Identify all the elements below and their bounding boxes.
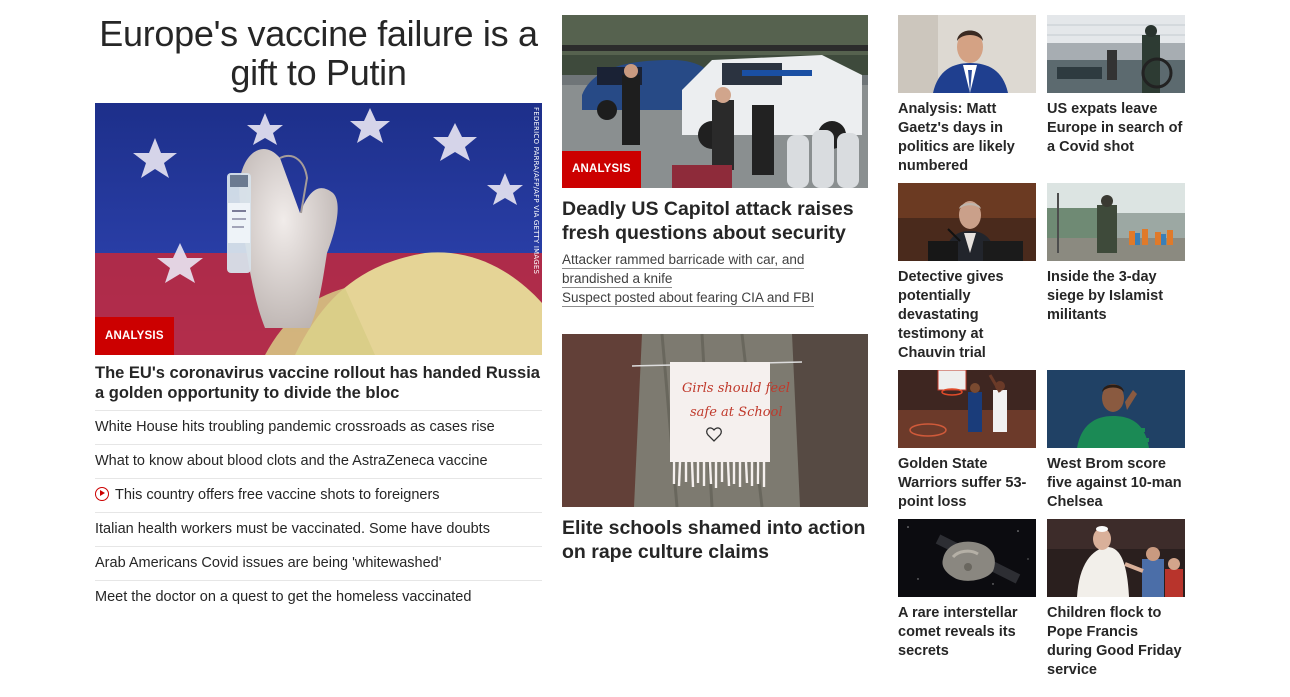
story-thumbnail[interactable] [898, 183, 1036, 261]
list-item-text: Meet the doctor on a quest to get the ho… [95, 589, 472, 605]
photo-credit: FEDERICO PARRA/AFP/AFP VIA GETTY IMAGES [532, 107, 540, 275]
grid-story[interactable]: Children flock to Pope Francis during Go… [1047, 519, 1185, 680]
gaetz-photo [898, 15, 1036, 93]
list-item-text: Italian health workers must be vaccinate… [95, 521, 490, 537]
main-story-lede[interactable]: The EU's coronavirus vaccine rollout has… [95, 363, 542, 410]
grid-story-title: Detective gives potentially devastating … [898, 269, 1004, 361]
capitol-story-card: ANALYSIS Deadly US Capitol attack raises… [562, 15, 868, 307]
list-item[interactable]: What to know about blood clots and the A… [95, 445, 542, 479]
video-play-icon [95, 487, 109, 501]
grid-story-title: Children flock to Pope Francis during Go… [1047, 605, 1182, 678]
analysis-badge: ANALYSIS [562, 151, 641, 188]
grid-story[interactable]: West Brom score five against 10-man Chel… [1047, 370, 1185, 512]
grid-story-title: A rare interstellar comet reveals its se… [898, 605, 1018, 659]
story-thumbnail[interactable] [1047, 183, 1185, 261]
main-story-image[interactable]: FEDERICO PARRA/AFP/AFP VIA GETTY IMAGES … [95, 103, 542, 355]
list-item[interactable]: Italian health workers must be vaccinate… [95, 513, 542, 547]
story-thumbnail[interactable] [1047, 15, 1185, 93]
basketball-photo [898, 370, 1036, 448]
schools-story-title[interactable]: Elite schools shamed into action on rape… [562, 516, 868, 564]
svg-text:safe at School: safe at School [690, 405, 783, 420]
list-item-text: This country offers free vaccine shots t… [115, 487, 440, 503]
siege-photo [1047, 183, 1185, 261]
analysis-badge: ANALYSIS [95, 317, 174, 355]
capitol-related-links: Attacker rammed barricade with car, and … [562, 250, 868, 307]
list-item-text: What to know about blood clots and the A… [95, 453, 488, 469]
story-thumbnail[interactable] [898, 15, 1036, 93]
svg-text:Girls should feel: Girls should feel [682, 381, 790, 396]
list-item[interactable]: Meet the doctor on a quest to get the ho… [95, 581, 542, 615]
capitol-story-title[interactable]: Deadly US Capitol attack raises fresh qu… [562, 197, 868, 245]
list-item-text: White House hits troubling pandemic cros… [95, 419, 495, 435]
main-headline[interactable]: Europe's vaccine failure is a gift to Pu… [95, 14, 542, 92]
related-link[interactable]: Suspect posted about fearing CIA and FBI [562, 290, 815, 307]
grid-story-title: US expats leave Europe in search of a Co… [1047, 101, 1183, 155]
courtroom-photo [898, 183, 1036, 261]
schools-story-image[interactable]: Girls should feel safe at School [562, 334, 868, 507]
airport-photo [1047, 15, 1185, 93]
schools-story-card: Girls should feel safe at School Elite s… [562, 334, 868, 564]
grid-story-title: West Brom score five against 10-man Chel… [1047, 456, 1182, 510]
related-stories-list: White House hits troubling pandemic cros… [95, 410, 542, 615]
comet-photo [898, 519, 1036, 597]
grid-story[interactable]: A rare interstellar comet reveals its se… [898, 519, 1036, 661]
grid-story[interactable]: Detective gives potentially devastating … [898, 183, 1036, 363]
sign-on-tree-photo: Girls should feel safe at School [562, 334, 868, 507]
football-photo [1047, 370, 1185, 448]
grid-story-title: Inside the 3-day siege by Islamist milit… [1047, 269, 1164, 323]
grid-story[interactable]: Analysis: Matt Gaetz's days in politics … [898, 15, 1036, 176]
list-item[interactable]: This country offers free vaccine shots t… [95, 479, 542, 513]
center-column: ANALYSIS Deadly US Capitol attack raises… [562, 15, 868, 564]
story-thumbnail[interactable] [1047, 370, 1185, 448]
related-link[interactable]: Attacker rammed barricade with car, and … [562, 252, 805, 288]
list-item[interactable]: Arab Americans Covid issues are being 'w… [95, 547, 542, 581]
story-thumbnail[interactable] [898, 370, 1036, 448]
capitol-story-image[interactable]: ANALYSIS [562, 15, 868, 188]
main-story: Europe's vaccine failure is a gift to Pu… [95, 14, 542, 615]
story-thumbnail[interactable] [898, 519, 1036, 597]
list-item-text: Arab Americans Covid issues are being 'w… [95, 555, 442, 571]
grid-story[interactable]: Inside the 3-day siege by Islamist milit… [1047, 183, 1185, 325]
grid-story[interactable]: US expats leave Europe in search of a Co… [1047, 15, 1185, 157]
grid-story-title: Analysis: Matt Gaetz's days in politics … [898, 101, 1015, 174]
grid-story[interactable]: Golden State Warriors suffer 53-point lo… [898, 370, 1036, 512]
story-thumbnail[interactable] [1047, 519, 1185, 597]
pope-photo [1047, 519, 1185, 597]
grid-story-title: Golden State Warriors suffer 53-point lo… [898, 456, 1027, 510]
list-item[interactable]: White House hits troubling pandemic cros… [95, 411, 542, 445]
